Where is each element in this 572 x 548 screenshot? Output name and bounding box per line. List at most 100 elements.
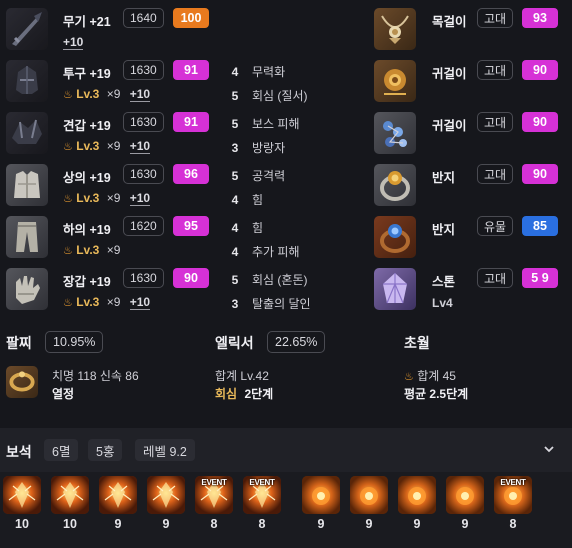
accessory-name: 스톤	[432, 275, 456, 289]
flame-icon: ♨	[63, 89, 73, 101]
shoulder-icon[interactable]	[6, 112, 48, 154]
pants-icon[interactable]	[6, 216, 48, 258]
bracelet-stats: 치명 118 신속 86	[52, 369, 139, 383]
weapon-item-level: 1640	[123, 8, 164, 28]
flame-gem-icon	[302, 476, 340, 514]
engraving-effect: 5 회심 (혼돈)	[228, 271, 308, 288]
gem-item[interactable]: EVENT 8	[494, 476, 532, 531]
engraving-effect-name: 추가 피해	[252, 245, 300, 259]
engraving-effect: 5 보스 피해	[228, 115, 300, 132]
shoulder-quality-badge: 91	[173, 112, 209, 132]
event-tag: EVENT	[201, 478, 227, 487]
accessory-grade: 고대	[477, 164, 514, 184]
helmet-transcend-count: ×9	[106, 87, 121, 101]
chest-item-level: 1630	[123, 164, 164, 184]
gloves-transcend-count: ×9	[106, 295, 121, 309]
accessory-name: 귀걸이	[432, 119, 467, 133]
gem-item[interactable]: 9	[350, 476, 388, 531]
gem-level: 9	[461, 517, 469, 531]
accessory-name: 반지	[432, 171, 456, 185]
gem-level: 10	[15, 517, 29, 531]
stone-icon[interactable]	[374, 268, 416, 310]
gem-level: 9	[114, 517, 122, 531]
shoulder-item-level: 1630	[123, 112, 164, 132]
gem-level: 8	[258, 517, 266, 531]
engraving-effect-level: 4	[231, 65, 239, 79]
weapon-name: 무기 +21	[63, 15, 111, 29]
sword-icon[interactable]	[6, 8, 48, 50]
chest-armor-icon[interactable]	[6, 164, 48, 206]
pants-name: 하의 +19	[63, 223, 111, 237]
gem-list: 10 10 9 9 EVENT 8 EVENT 8 9 9 9 9 EVENT 8	[0, 476, 572, 544]
chevron-down-icon[interactable]	[540, 440, 558, 458]
gauntlet-icon[interactable]	[6, 268, 48, 310]
gem-item[interactable]: 9	[446, 476, 484, 531]
engraving-effect-level: 5	[231, 117, 239, 131]
flame-gem-icon	[446, 476, 484, 514]
ring-icon[interactable]	[374, 164, 416, 206]
gem-level: 9	[317, 517, 325, 531]
flame-icon: ♨	[63, 193, 73, 205]
gem-item[interactable]: 9	[302, 476, 340, 531]
helmet-quality-badge: 91	[173, 60, 209, 80]
gem-level: 8	[509, 517, 517, 531]
chest-quality-badge: 96	[173, 164, 209, 184]
bracelet-title: 팔찌	[6, 335, 32, 351]
gem-item[interactable]: 9	[398, 476, 436, 531]
accessory-grade: 고대	[477, 268, 514, 288]
accessory-grade: 고대	[477, 8, 514, 28]
bracelet-percent: 10.95%	[45, 331, 104, 353]
transcend-average: 평균 2.5단계	[404, 387, 469, 401]
gem-level: 10	[63, 517, 77, 531]
shoulder-transcend: ♨ Lv.3 ×9 +10	[63, 139, 151, 154]
gems-doom-count: 6멸	[44, 439, 79, 461]
gem-item[interactable]: 9	[99, 476, 137, 531]
engraving-effect-name: 보스 피해	[252, 117, 300, 131]
gem-item[interactable]: EVENT 8	[195, 476, 233, 531]
shoulder-transcend-level: Lv.3	[76, 139, 100, 153]
gloves-transcend-level: Lv.3	[76, 295, 100, 309]
transcend-total-value: 합계 45	[417, 369, 456, 383]
elixir-effect-name: 회심	[215, 387, 238, 401]
engraving-effect-level: 5	[231, 273, 239, 287]
engraving-effect: 5 공격력	[228, 167, 285, 184]
engraving-effect: 4힘	[228, 219, 263, 236]
gem-item[interactable]: 10	[51, 476, 89, 531]
accessory-quality-badge: 85	[522, 216, 558, 236]
shoulder-transcend-count: ×9	[106, 139, 121, 153]
accessory-name: 귀걸이	[432, 67, 467, 81]
accessory-grade: 고대	[477, 112, 514, 132]
elixir-total: 합계 Lv.42	[215, 369, 269, 383]
gloves-quality-badge: 90	[173, 268, 209, 288]
accessory-quality-badge: 90	[522, 112, 558, 132]
flame-gem-icon	[350, 476, 388, 514]
bracelet-icon[interactable]	[6, 366, 38, 398]
engraving-effect-level: 3	[231, 297, 239, 311]
gem-item[interactable]: 10	[3, 476, 41, 531]
gloves-name: 장갑 +19	[63, 275, 111, 289]
chest-transcend-count: ×9	[106, 191, 121, 205]
engraving-effect-name: 방랑자	[252, 141, 286, 155]
stone-engraving-badge: 5 9	[522, 268, 558, 288]
earring-icon[interactable]	[374, 112, 416, 154]
earring-icon[interactable]	[374, 60, 416, 102]
pants-transcend: ♨ Lv.3 ×9	[63, 243, 120, 257]
pants-quality-badge: 95	[173, 216, 209, 236]
gem-item[interactable]: EVENT 8	[243, 476, 281, 531]
shoulder-name: 견갑 +19	[63, 119, 111, 133]
pants-transcend-count: ×9	[106, 243, 121, 257]
doom-gem-icon: EVENT	[243, 476, 281, 514]
elixir-percent: 22.65%	[267, 331, 326, 353]
helmet-icon[interactable]	[6, 60, 48, 102]
necklace-icon[interactable]	[374, 8, 416, 50]
engraving-effect-name: 힘	[252, 221, 264, 235]
flame-icon: ♨	[404, 371, 414, 383]
ring-icon[interactable]	[374, 216, 416, 258]
engraving-effect-name: 회심 (질서)	[252, 89, 308, 103]
pants-item-level: 1620	[123, 216, 164, 236]
engraving-effect-level: 4	[231, 193, 239, 207]
accessory-grade: 유물	[477, 216, 514, 236]
gem-item[interactable]: 9	[147, 476, 185, 531]
engraving-effect: 3 방랑자	[228, 139, 285, 156]
stone-level: Lv4	[432, 296, 453, 310]
